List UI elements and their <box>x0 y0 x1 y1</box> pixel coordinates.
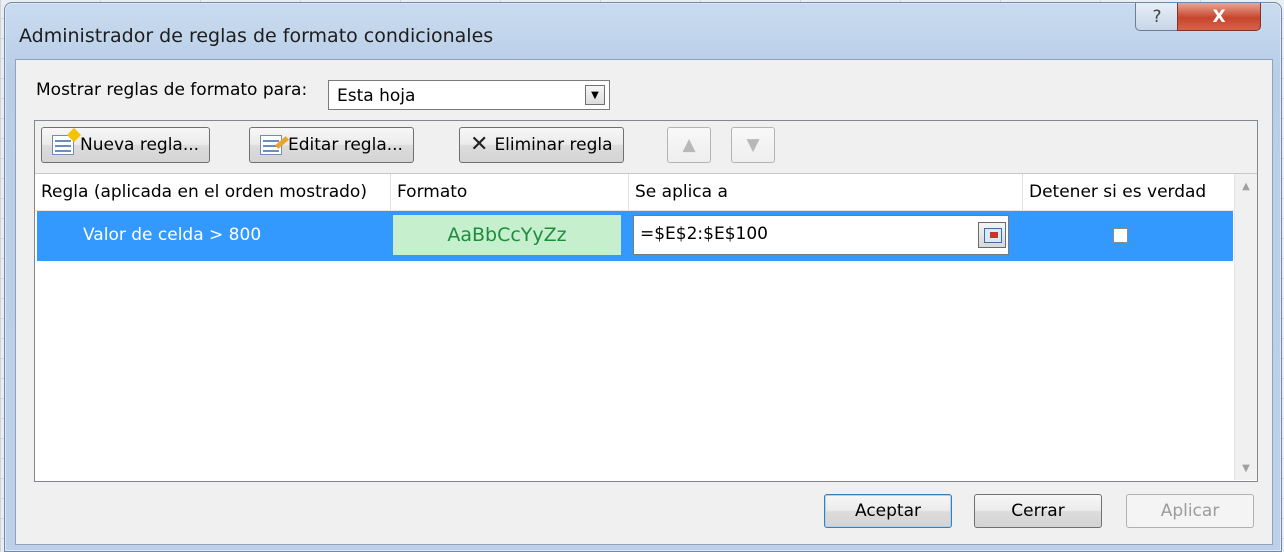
new-rule-label: Nueva regla... <box>80 135 200 155</box>
dialog-title: Administrador de reglas de formato condi… <box>19 25 494 47</box>
delete-rule-label: Eliminar regla <box>494 135 613 155</box>
delete-icon: ✕ <box>470 132 489 157</box>
show-rules-dropdown[interactable]: Esta hoja ▼ <box>328 80 610 110</box>
chevron-down-icon[interactable]: ▼ <box>585 85 605 105</box>
conditional-formatting-dialog: Administrador de reglas de formato condi… <box>4 2 1282 552</box>
rules-table-header: Regla (aplicada en el orden mostrado) Fo… <box>35 174 1257 211</box>
ok-button[interactable]: Aceptar <box>824 494 952 528</box>
apply-button[interactable]: Aplicar <box>1126 494 1254 528</box>
rules-toolbar: Nueva regla... Editar regla... ✕ Elimina… <box>35 121 1257 174</box>
close-window-button[interactable]: X <box>1177 3 1261 31</box>
format-preview: AaBbCcYyZz <box>393 215 621 255</box>
header-stop-if-true[interactable]: Detener si es verdad <box>1023 174 1219 210</box>
edit-rule-button[interactable]: Editar regla... <box>249 127 414 163</box>
applies-to-input[interactable]: =$E$2:$E$100 <box>633 215 1009 255</box>
header-rule[interactable]: Regla (aplicada en el orden mostrado) <box>35 174 391 210</box>
delete-rule-button[interactable]: ✕ Eliminar regla <box>459 127 624 163</box>
rules-panel: Nueva regla... Editar regla... ✕ Elimina… <box>34 120 1258 482</box>
close-button[interactable]: Cerrar <box>974 494 1102 528</box>
help-icon: ? <box>1152 6 1162 27</box>
show-rules-selected: Esta hoja <box>337 86 416 106</box>
edit-rule-label: Editar regla... <box>288 135 403 155</box>
close-icon: X <box>1212 6 1226 27</box>
scroll-up-icon[interactable]: ▲ <box>1235 176 1257 196</box>
show-rules-label: Mostrar reglas de formato para: <box>36 80 308 100</box>
new-rule-button[interactable]: Nueva regla... <box>41 127 211 163</box>
arrow-down-icon: ▼ <box>746 135 760 155</box>
new-rule-icon <box>52 135 74 155</box>
scroll-down-icon[interactable]: ▼ <box>1235 458 1257 478</box>
move-up-button[interactable]: ▲ <box>667 127 711 163</box>
move-down-button[interactable]: ▼ <box>731 127 775 163</box>
rule-description: Valor de celda > 800 <box>83 225 262 245</box>
arrow-up-icon: ▲ <box>682 135 696 155</box>
help-button[interactable]: ? <box>1135 3 1179 31</box>
vertical-scrollbar[interactable]: ▲ ▼ <box>1234 174 1257 480</box>
header-format[interactable]: Formato <box>391 174 629 210</box>
edit-rule-icon <box>260 135 282 155</box>
applies-to-value: =$E$2:$E$100 <box>640 224 768 244</box>
table-row[interactable]: Valor de celda > 800 AaBbCcYyZz =$E$2:$E… <box>37 211 1233 261</box>
dialog-body: Mostrar reglas de formato para: Esta hoj… <box>15 59 1273 545</box>
stop-if-true-checkbox[interactable] <box>1113 228 1128 243</box>
header-applies-to[interactable]: Se aplica a <box>629 174 1023 210</box>
range-select-icon[interactable] <box>978 222 1006 248</box>
